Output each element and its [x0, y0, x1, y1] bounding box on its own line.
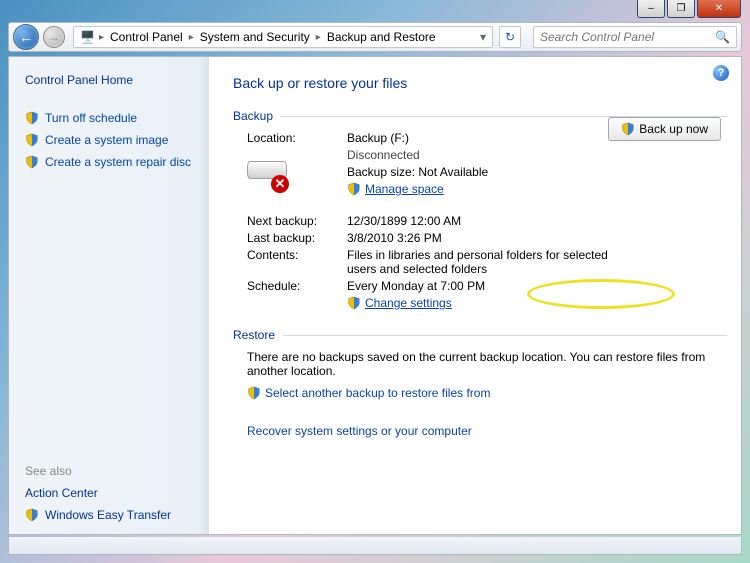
next-backup-label: Next backup:: [247, 214, 347, 228]
shield-icon: [621, 122, 635, 136]
restore-section-header: Restore: [233, 328, 727, 342]
restore-text: There are no backups saved on the curren…: [247, 350, 727, 378]
button-label: Back up now: [639, 122, 708, 136]
maximize-button[interactable]: ❐: [667, 0, 695, 18]
sidebar: Control Panel Home Turn off schedule Cre…: [9, 57, 209, 534]
link-label: Action Center: [25, 486, 98, 500]
contents-value: Files in libraries and personal folders …: [347, 248, 727, 276]
shield-icon: [25, 155, 39, 169]
refresh-button[interactable]: ↻: [499, 26, 521, 48]
task-label: Turn off schedule: [45, 111, 137, 125]
task-label: Create a system image: [45, 133, 168, 147]
shield-icon: [25, 508, 39, 522]
manage-space-link[interactable]: Manage space: [365, 182, 444, 196]
breadcrumb-seg[interactable]: Control Panel: [104, 30, 189, 44]
back-up-now-button[interactable]: Back up now: [608, 117, 721, 141]
see-also-label: See also: [9, 460, 209, 482]
location-value: Backup (F:): [347, 131, 488, 145]
breadcrumb-seg[interactable]: Backup and Restore: [321, 30, 442, 44]
easy-transfer-link[interactable]: Windows Easy Transfer: [9, 504, 209, 526]
shield-icon: [25, 133, 39, 147]
back-button[interactable]: ←: [13, 24, 39, 50]
schedule-value: Every Monday at 7:00 PM: [347, 279, 727, 293]
location-label: Location:: [247, 131, 333, 145]
last-backup-label: Last backup:: [247, 231, 347, 245]
recover-system-link[interactable]: Recover system settings or your computer: [247, 424, 727, 438]
task-label: Create a system repair disc: [45, 155, 191, 169]
last-backup-value: 3/8/2010 3:26 PM: [347, 231, 727, 245]
breadcrumb: 🖥️ ▸ Control Panel ▸ System and Security…: [73, 26, 493, 48]
computer-icon: 🖥️: [76, 30, 99, 44]
page-title: Back up or restore your files: [233, 75, 727, 91]
contents-label: Contents:: [247, 248, 347, 276]
link-label: Windows Easy Transfer: [45, 508, 171, 522]
next-backup-value: 12/30/1899 12:00 AM: [347, 214, 727, 228]
control-panel-home-link[interactable]: Control Panel Home: [9, 73, 209, 95]
change-settings-link[interactable]: Change settings: [365, 296, 452, 310]
shield-icon: [347, 296, 361, 310]
close-button[interactable]: ✕: [697, 0, 741, 18]
create-system-image-link[interactable]: Create a system image: [9, 129, 209, 151]
x-icon: ✕: [271, 175, 289, 193]
status-bar: [8, 537, 742, 555]
search-input[interactable]: [540, 30, 715, 44]
turn-off-schedule-link[interactable]: Turn off schedule: [9, 107, 209, 129]
backup-details: Next backup: 12/30/1899 12:00 AM Last ba…: [247, 214, 727, 310]
main-panel: ? Back up or restore your files Backup B…: [209, 57, 741, 534]
shield-icon: [25, 111, 39, 125]
search-box[interactable]: 🔍: [533, 26, 737, 48]
address-bar: ← → 🖥️ ▸ Control Panel ▸ System and Secu…: [8, 22, 742, 52]
content-frame: Control Panel Home Turn off schedule Cre…: [8, 56, 742, 535]
disk-error-icon: ✕: [247, 151, 289, 193]
action-center-link[interactable]: Action Center: [9, 482, 209, 504]
backup-size: Backup size: Not Available: [347, 165, 488, 179]
search-icon: 🔍: [715, 30, 730, 44]
minimize-button[interactable]: –: [637, 0, 665, 18]
select-another-backup-link[interactable]: Select another backup to restore files f…: [265, 386, 490, 400]
window-controls: – ❐ ✕: [637, 0, 741, 20]
shield-icon: [247, 386, 261, 400]
location-status: Disconnected: [347, 148, 488, 162]
schedule-label: Schedule:: [247, 279, 347, 293]
breadcrumb-dropdown[interactable]: ▾: [476, 30, 490, 44]
breadcrumb-seg[interactable]: System and Security: [194, 30, 316, 44]
help-icon[interactable]: ?: [713, 65, 729, 81]
forward-button[interactable]: →: [43, 26, 65, 48]
shield-icon: [347, 182, 361, 196]
create-repair-disc-link[interactable]: Create a system repair disc: [9, 151, 209, 173]
